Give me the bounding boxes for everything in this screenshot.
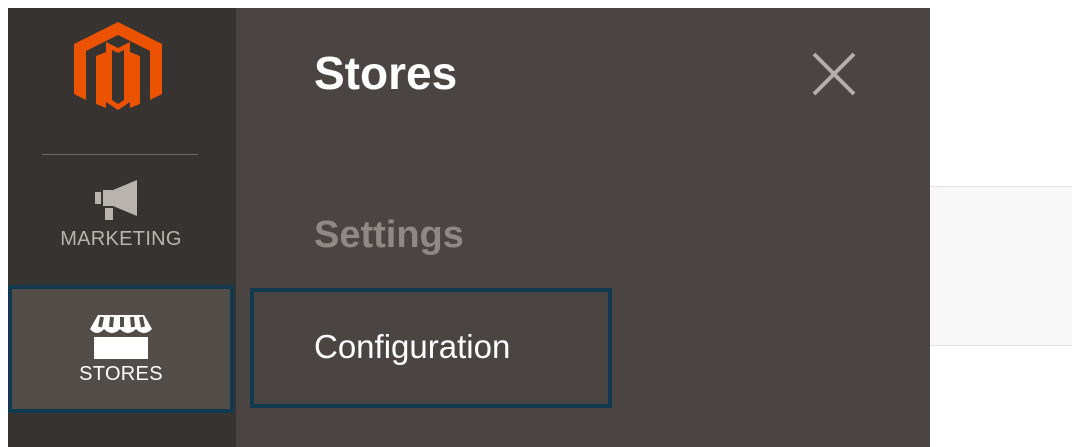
section-title-settings: Settings — [314, 214, 464, 256]
menu-item-stores[interactable]: STORES — [8, 285, 234, 413]
menu-item-label: STORES — [79, 363, 163, 385]
submenu-link-label: Configuration — [314, 328, 511, 365]
submenu-link-configuration[interactable]: Configuration — [250, 288, 612, 408]
menu-item-label: MARKETING — [60, 228, 182, 250]
close-button[interactable] — [806, 46, 862, 102]
close-icon — [812, 52, 856, 96]
page-content-band — [930, 186, 1072, 346]
menu-divider — [42, 154, 198, 155]
storefront-icon — [88, 313, 154, 359]
menu-item-marketing[interactable]: MARKETING — [8, 180, 234, 275]
admin-menu-rail: MARKETING STORES — [0, 0, 236, 447]
submenu-title: Stores — [314, 47, 458, 99]
window-edge-top — [0, 0, 236, 8]
stores-submenu-panel: Stores Settings Configuration — [236, 8, 930, 447]
magento-logo-icon[interactable] — [70, 22, 166, 110]
megaphone-icon — [91, 180, 151, 222]
window-edge-left — [0, 0, 8, 447]
